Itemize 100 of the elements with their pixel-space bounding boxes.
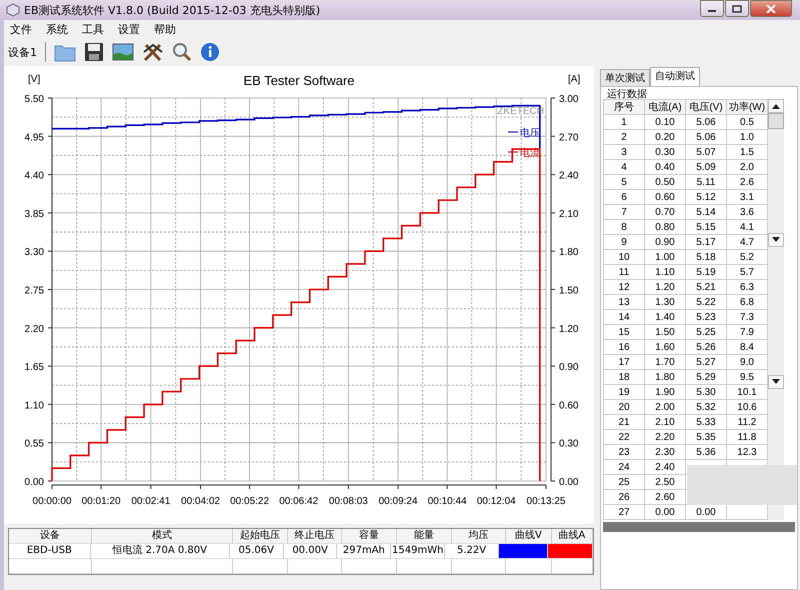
x-tick-label: 00:08:03 (328, 496, 368, 507)
table-cell: 11 (604, 264, 644, 280)
column-header: 模式 (92, 529, 234, 544)
table-cell: 1.10 (644, 264, 686, 280)
table-cell: 1.80 (644, 370, 686, 384)
y-tick-label: 1.65 (24, 362, 44, 374)
table-cell: 2.00 (644, 400, 686, 414)
table-cell: 00.00V (284, 544, 338, 559)
table-cell: 5.17 (686, 234, 726, 250)
x-tick-label: 00:10:44 (428, 496, 467, 507)
column-header: 曲线A (552, 529, 593, 544)
search-icon[interactable] (172, 42, 192, 62)
table-cell: 2.20 (644, 430, 686, 444)
y-tick-label: 2.20 (24, 324, 44, 335)
cube-icon (6, 3, 20, 17)
table-cell: 26 (604, 490, 644, 504)
table-cell: 8 (604, 220, 644, 234)
table-cell: 5 (604, 174, 644, 190)
table-cell: 22 (604, 430, 644, 444)
table-cell: 05.06V (230, 544, 284, 559)
table-cell: 1549mWh (391, 544, 446, 559)
table-cell: 5.06 (686, 130, 726, 144)
table-cell: 5.30 (686, 384, 726, 400)
menu-item[interactable]: 系统 (46, 22, 68, 36)
table-cell: 1.00 (644, 250, 686, 264)
table-cell: 5.07 (686, 144, 726, 160)
column-header: 容量 (342, 529, 398, 544)
table-cell: 0.30 (644, 144, 686, 160)
table-cell: 1.20 (644, 280, 686, 294)
table-cell: 2.30 (644, 444, 686, 460)
table-cell: EBD-USB (9, 544, 91, 559)
maximize-button[interactable] (725, 0, 749, 17)
column-header: 终止电压 (288, 529, 342, 544)
window-title: EB测试系统软件 V1.8.0 (Build 2015-12-03 充电头特别版) (24, 2, 320, 18)
column-header: 功率(W) (726, 100, 768, 114)
table-cell: 10 (604, 250, 644, 264)
image-icon[interactable] (112, 43, 134, 61)
y2-tick-label: 1.80 (559, 247, 578, 258)
table-cell: 5.36 (686, 444, 726, 460)
x-tick-label: 00:12:04 (476, 496, 516, 507)
table-cell: 1.90 (644, 384, 686, 400)
table-cell: 3 (604, 144, 644, 160)
table-cell: 0.20 (644, 130, 686, 144)
x-tick-label: 00:09:24 (378, 496, 418, 507)
table-cell: 5.32 (686, 400, 726, 414)
tab[interactable]: 自动测试 (650, 67, 700, 86)
scroll-up-icon[interactable] (772, 103, 780, 109)
table-cell: 0.50 (644, 174, 686, 190)
table-cell: 恒电流 2.70A 0.80V (90, 544, 230, 559)
table-cell: 2 (604, 130, 644, 144)
table-cell: 0.80 (644, 220, 686, 234)
info-icon[interactable] (200, 42, 220, 62)
tools-icon[interactable] (142, 42, 164, 62)
table-cell: 21 (604, 414, 644, 430)
table-cell: 17 (604, 354, 644, 370)
table-cell: 20 (604, 400, 644, 414)
close-button[interactable] (750, 0, 792, 17)
y-tick-label: 1.10 (24, 400, 44, 412)
empty-cell (288, 559, 342, 574)
table-cell: 5.06 (686, 114, 726, 130)
table-cell: 5.19 (686, 264, 726, 280)
x-tick-label: 00:01:20 (82, 496, 121, 507)
empty-cell (397, 559, 452, 574)
column-header: 能量 (397, 529, 452, 544)
scroll-down-icon[interactable] (772, 379, 780, 385)
y-tick-label: 0.55 (24, 438, 44, 450)
x-tick-label: 00:04:02 (181, 496, 220, 507)
scrollbar-thumb[interactable] (768, 113, 784, 129)
table-cell: 5.27 (686, 354, 726, 370)
menu-item[interactable]: 工具 (82, 22, 104, 36)
x-tick-label: 00:13:25 (526, 496, 566, 507)
table-cell: 25 (604, 474, 644, 490)
y-tick-label: 2.75 (24, 286, 44, 296)
table-cell: 2.60 (644, 490, 686, 504)
menu-item[interactable]: 帮助 (154, 22, 176, 36)
table-cell: 13 (604, 294, 644, 310)
minimize-button[interactable] (700, 0, 724, 17)
column-header: 序号 (604, 100, 644, 114)
y2-tick-label: 1.20 (559, 324, 578, 335)
menu-item[interactable]: 设置 (118, 22, 140, 36)
table-cell: 7 (604, 204, 644, 220)
chart-title: EB Tester Software (243, 73, 355, 88)
table-cell: 12 (604, 280, 644, 294)
menu-item[interactable]: 文件 (10, 22, 32, 36)
column-header: 电压(V) (686, 100, 726, 114)
table-cell: 5.12 (686, 190, 726, 204)
x-tick-label: 00:06:42 (279, 496, 318, 507)
close-icon (766, 4, 776, 12)
scrollbar[interactable] (768, 99, 784, 520)
table-cell: 2.40 (644, 460, 686, 474)
y2-tick-label: 1.50 (559, 286, 578, 296)
table-cell: 18 (604, 370, 644, 384)
empty-cell (342, 559, 398, 574)
y2-tick-label: 0.60 (559, 400, 578, 412)
scroll-down-icon[interactable] (772, 237, 780, 243)
horizontal-scrollbar[interactable] (603, 522, 795, 532)
x-tick-label: 00:05:22 (230, 496, 270, 507)
y-tick-label: 3.30 (24, 247, 44, 258)
y-axis-unit: [V] (28, 74, 40, 85)
tab[interactable]: 单次测试 (600, 69, 650, 86)
